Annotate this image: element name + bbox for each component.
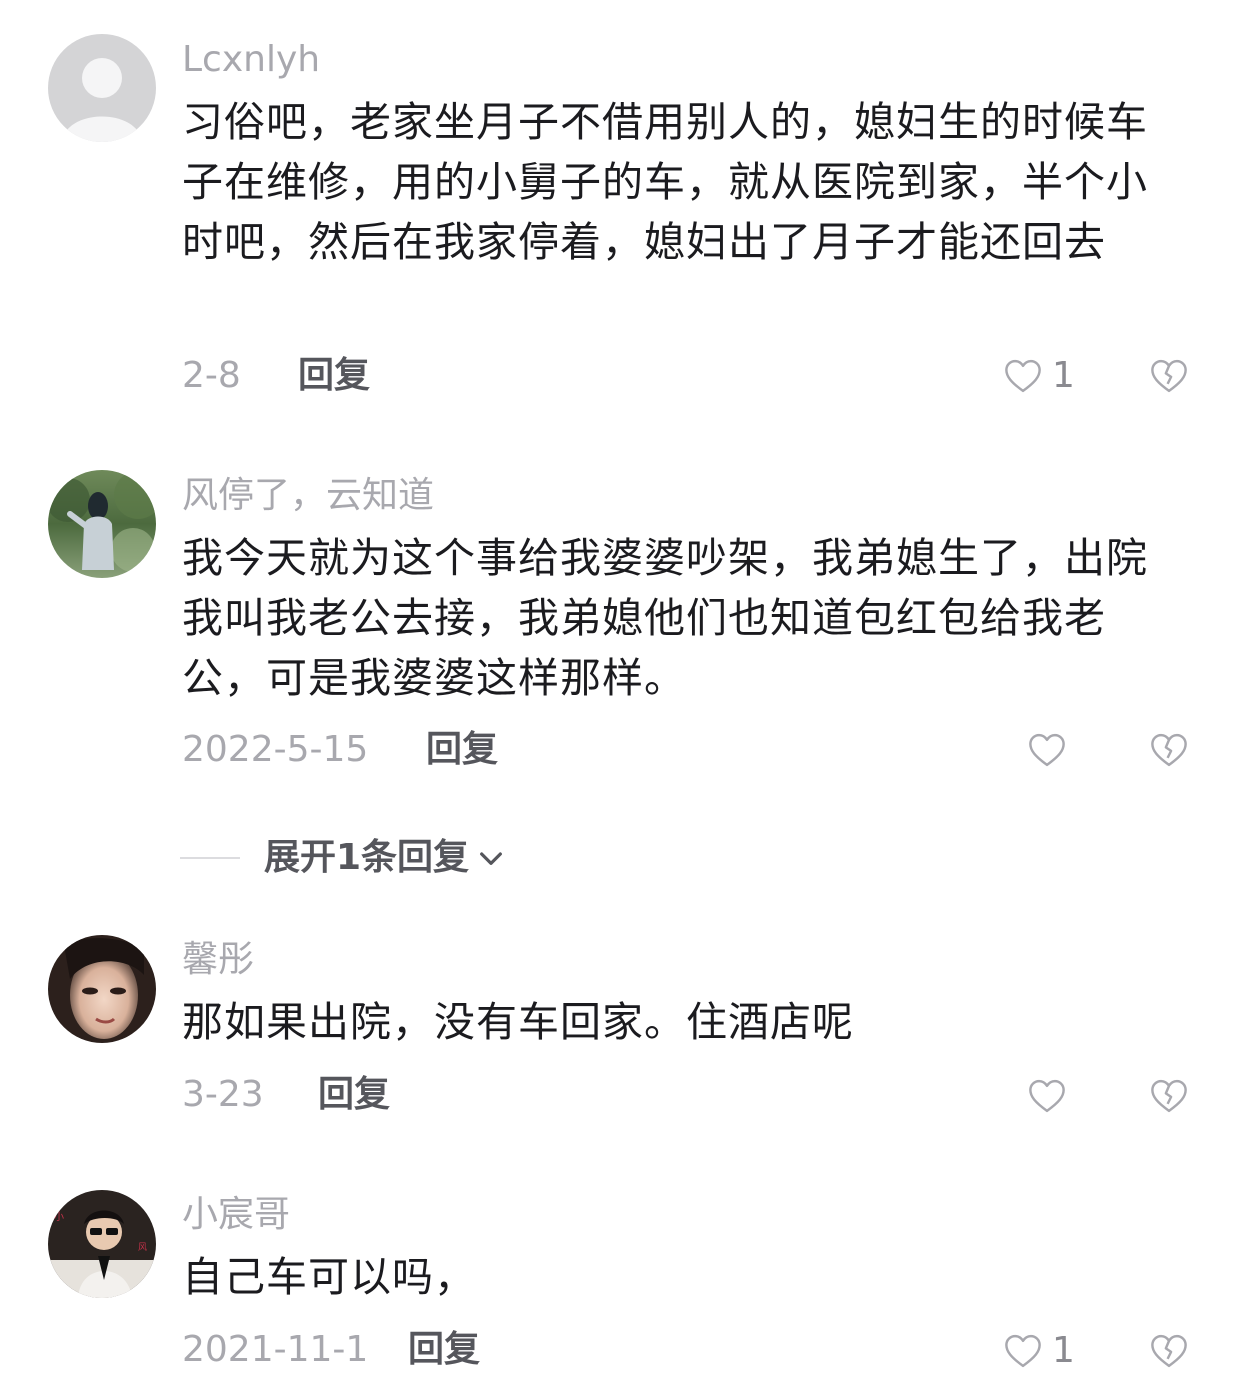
heart-icon (1029, 1079, 1065, 1113)
chevron-down-icon (480, 852, 502, 865)
dislike-button[interactable] (1148, 1072, 1192, 1120)
user-avatar[interactable] (48, 935, 156, 1043)
expand-replies-button[interactable]: 展开1条回复 (180, 834, 507, 882)
heart-icon (1005, 1334, 1041, 1368)
username[interactable]: 风停了，云知道 (182, 474, 434, 518)
comment-text: 我今天就为这个事给我婆婆吵架，我弟媳生了，出院我叫我老公去接，我弟媳他们也知道包… (182, 534, 1148, 702)
username[interactable]: Lcxnlyh (182, 38, 320, 82)
user-avatar[interactable]: 小 风 (48, 1190, 156, 1298)
heart-icon (1005, 359, 1041, 393)
heart-icon (1029, 733, 1065, 767)
reply-button[interactable]: 回复 (408, 1328, 480, 1372)
reply-button[interactable]: 回复 (426, 728, 498, 772)
dislike-button[interactable] (1148, 1327, 1192, 1375)
like-count: 1 (1052, 1330, 1075, 1371)
username[interactable]: 小宸哥 (182, 1193, 290, 1237)
comment-date: 3-23 (182, 1074, 264, 1115)
comment-date: 2-8 (182, 355, 241, 396)
expand-replies-label: 展开1条回复 (264, 837, 470, 878)
default-avatar-icon (48, 34, 156, 142)
dislike-button[interactable] (1148, 726, 1192, 774)
divider-line (180, 857, 240, 859)
user-avatar[interactable] (48, 34, 156, 142)
photo-avatar-portrait (48, 935, 156, 1043)
user-avatar[interactable] (48, 470, 156, 578)
svg-text:风: 风 (138, 1242, 147, 1253)
broken-heart-icon (1151, 359, 1187, 393)
comment-date: 2021-11-1 (182, 1329, 369, 1370)
comment-date: 2022-5-15 (182, 729, 369, 770)
comment-text: 那如果出院，没有车回家。住酒店呢 (182, 998, 854, 1046)
photo-avatar-boy: 小 风 (48, 1190, 156, 1298)
username[interactable]: 馨彤 (182, 938, 254, 982)
reply-button[interactable]: 回复 (318, 1073, 390, 1117)
like-button[interactable] (1026, 1072, 1076, 1120)
svg-text:小: 小 (54, 1211, 64, 1223)
like-count: 1 (1052, 355, 1075, 396)
broken-heart-icon (1151, 1079, 1187, 1113)
photo-avatar-forest (48, 470, 156, 578)
like-button[interactable]: 1 (1002, 352, 1075, 400)
comment-text: 习俗吧，老家坐月子不借用别人的，媳妇生的时候车子在维修，用的小舅子的车，就从医院… (182, 98, 1148, 266)
like-button[interactable] (1026, 726, 1076, 774)
dislike-button[interactable] (1148, 352, 1192, 400)
like-button[interactable]: 1 (1002, 1327, 1075, 1375)
broken-heart-icon (1151, 1334, 1187, 1368)
reply-button[interactable]: 回复 (298, 354, 370, 398)
comment-text: 自己车可以吗， (182, 1253, 476, 1301)
broken-heart-icon (1151, 733, 1187, 767)
